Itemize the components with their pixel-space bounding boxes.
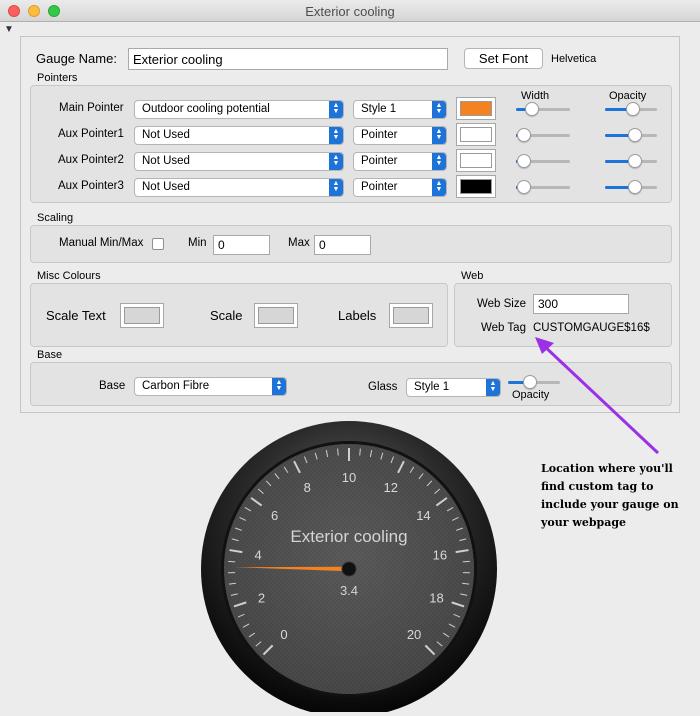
pointer-label: Aux Pointer1 <box>58 128 124 140</box>
pointer-color-well[interactable] <box>456 97 496 120</box>
pointer-style-select[interactable]: Style 1 ▲ ▼ <box>353 100 447 119</box>
gauge-tick-label: 12 <box>384 480 398 495</box>
manual-min-max-checkbox[interactable] <box>152 238 164 250</box>
misc-colours-group: Scale Text Scale Labels <box>30 283 448 347</box>
web-tag-label: Web Tag <box>481 322 526 334</box>
pointer-source-select[interactable]: Not Used ▲ ▼ <box>134 178 344 197</box>
pointer-style-select[interactable]: Pointer ▲ ▼ <box>353 126 447 145</box>
gauge-tick-label: 6 <box>271 508 278 523</box>
base-group-title: Base <box>37 349 63 361</box>
pointer-style-select[interactable]: Pointer ▲ ▼ <box>353 152 447 171</box>
gauge-name-input[interactable] <box>128 48 448 70</box>
gauge-tick-label: 0 <box>280 627 287 642</box>
gauge-minor-tick <box>337 448 339 456</box>
gauge-name-label: Gauge Name: <box>36 51 117 66</box>
pointer-style-value: Pointer <box>361 155 398 167</box>
gauge-tick-label: 16 <box>433 548 447 563</box>
title-bar: Exterior cooling <box>0 0 700 22</box>
glass-select[interactable]: Style 1 ▲ ▼ <box>406 378 501 397</box>
labels-color-well[interactable] <box>389 303 433 328</box>
popup-arrows-icon: ▲ ▼ <box>432 101 446 118</box>
labels-label: Labels <box>338 308 377 323</box>
web-tag-value[interactable]: CUSTOMGAUGE$16$ <box>533 322 650 334</box>
pointer-opacity-slider[interactable] <box>605 127 657 143</box>
scaling-group: Manual Min/Max Min Max <box>30 225 672 263</box>
max-input[interactable] <box>314 235 371 255</box>
pointer-color-well[interactable] <box>456 123 496 146</box>
pointer-color-well[interactable] <box>456 149 496 172</box>
pointer-source-value: Not Used <box>142 129 190 141</box>
pointer-color-well[interactable] <box>456 175 496 198</box>
gauge-preview: 0 2 4 6 8 10 12 14 16 18 20 Exterior cooling 3.4 <box>201 421 497 712</box>
scale-color-well[interactable] <box>254 303 298 328</box>
scale-text-color-well[interactable] <box>120 303 164 328</box>
gauge-hub <box>341 561 357 577</box>
pointer-source-select[interactable]: Outdoor cooling potential ▲ ▼ <box>134 100 344 119</box>
base-select[interactable]: Carbon Fibre ▲ ▼ <box>134 377 287 396</box>
popup-arrows-icon: ▲ ▼ <box>272 378 286 395</box>
max-label: Max <box>288 237 310 249</box>
gauge-tick-label: 2 <box>258 590 265 605</box>
pointer-style-value: Style 1 <box>361 103 397 115</box>
gauge-title: Exterior cooling <box>290 527 407 546</box>
min-label: Min <box>188 237 207 249</box>
pointer-source-value: Outdoor cooling potential <box>142 103 270 115</box>
web-group-title: Web <box>461 270 484 282</box>
pointer-opacity-slider[interactable] <box>605 153 657 169</box>
web-size-label: Web Size <box>477 298 527 310</box>
popup-arrows-icon: ▲ ▼ <box>329 179 343 196</box>
base-label: Base <box>99 380 126 392</box>
web-size-input[interactable] <box>533 294 629 314</box>
font-name-label: Helvetica <box>551 53 597 65</box>
scale-text-label: Scale Text <box>46 308 106 323</box>
disclosure-triangle-icon[interactable]: ▼ <box>4 24 14 35</box>
gauge-tick-label: 8 <box>304 480 311 495</box>
popup-arrows-icon: ▲ ▼ <box>329 153 343 170</box>
gauge-value-readout: 3.4 <box>340 583 358 598</box>
pointer-opacity-slider[interactable] <box>605 179 657 195</box>
annotation-arrow <box>535 337 660 455</box>
pointer-label: Aux Pointer2 <box>58 154 124 166</box>
pointer-style-value: Pointer <box>361 181 398 193</box>
window-title: Exterior cooling <box>305 4 395 19</box>
popup-arrows-icon: ▲ ▼ <box>329 127 343 144</box>
gauge-tick-label: 20 <box>407 627 421 642</box>
pointer-style-select[interactable]: Pointer ▲ ▼ <box>353 178 447 197</box>
pointer-width-slider[interactable] <box>516 127 570 143</box>
pointer-opacity-slider[interactable] <box>605 101 657 117</box>
pointer-source-select[interactable]: Not Used ▲ ▼ <box>134 126 344 145</box>
pointer-width-slider[interactable] <box>516 101 570 117</box>
gauge-tick-label: 4 <box>255 548 262 563</box>
popup-arrows-icon: ▲ ▼ <box>329 101 343 118</box>
pointers-group: Width Opacity Main Pointer Outdoor coolin… <box>30 85 672 203</box>
gauge-tick-label: 10 <box>342 470 356 485</box>
glass-label: Glass <box>368 381 398 393</box>
pointer-width-slider[interactable] <box>516 179 570 195</box>
arrow-shaft <box>540 342 660 455</box>
scaling-group-title: Scaling <box>37 212 74 224</box>
gauge-tick-label: 18 <box>429 590 443 605</box>
popup-arrows-icon: ▲ ▼ <box>432 127 446 144</box>
pointer-source-value: Not Used <box>142 155 190 167</box>
pointer-source-select[interactable]: Not Used ▲ ▼ <box>134 152 344 171</box>
glass-select-value: Style 1 <box>414 381 450 393</box>
pointer-style-value: Pointer <box>361 129 398 141</box>
base-select-value: Carbon Fibre <box>142 380 210 392</box>
misc-colours-group-title: Misc Colours <box>37 270 101 282</box>
gauge-tick-label: 14 <box>416 508 430 523</box>
popup-arrows-icon: ▲ ▼ <box>432 153 446 170</box>
manual-min-max-label: Manual Min/Max <box>59 237 144 249</box>
gauge-minor-tick <box>359 448 361 456</box>
popup-arrows-icon: ▲ ▼ <box>486 379 500 396</box>
pointer-width-slider[interactable] <box>516 153 570 169</box>
popup-arrows-icon: ▲ ▼ <box>432 179 446 196</box>
set-font-button[interactable]: Set Font <box>464 48 543 69</box>
pointer-label: Aux Pointer3 <box>58 180 124 192</box>
pointers-group-title: Pointers <box>37 72 78 84</box>
pointer-label: Main Pointer <box>59 102 124 114</box>
pointer-source-value: Not Used <box>142 181 190 193</box>
scale-label: Scale <box>210 308 243 323</box>
min-input[interactable] <box>213 235 270 255</box>
annotation-note: Location where you'll find custom tag to… <box>541 462 679 529</box>
